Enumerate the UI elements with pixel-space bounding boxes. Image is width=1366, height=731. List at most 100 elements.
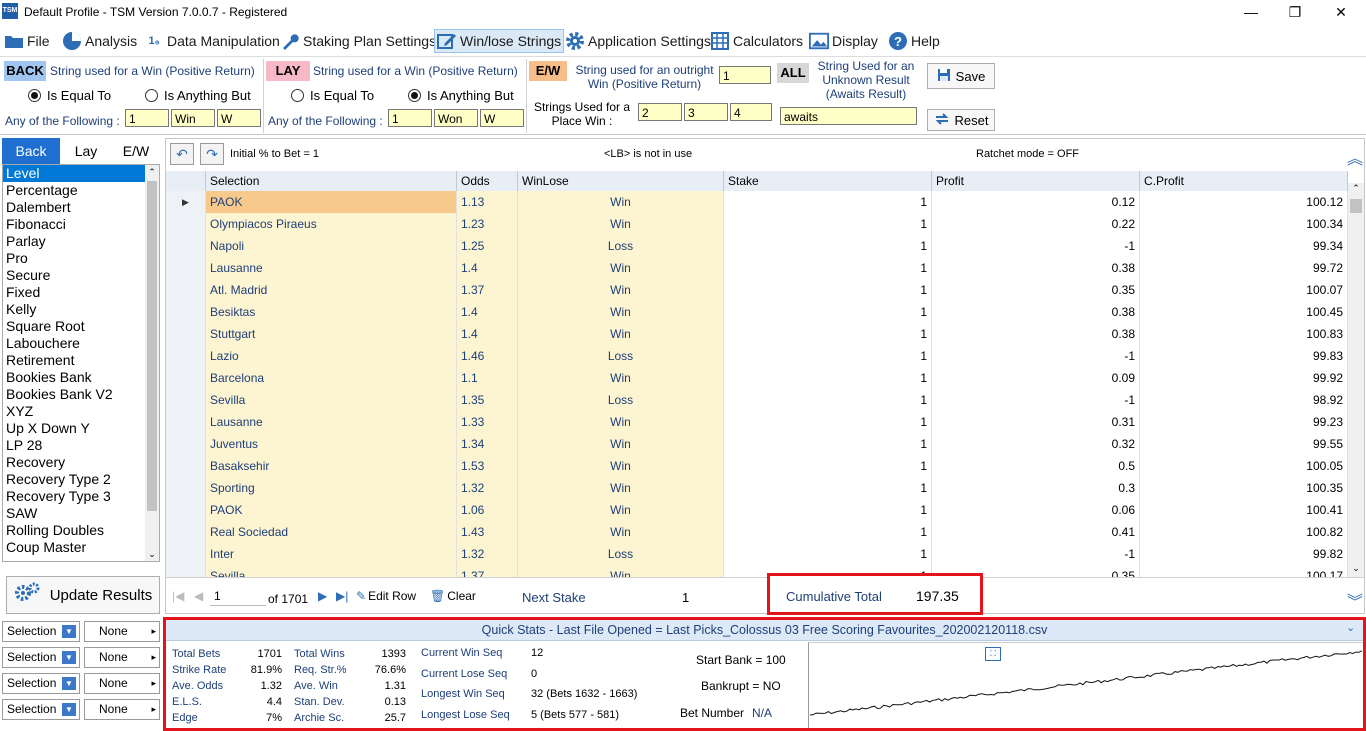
cell-odds[interactable]: 1.4 bbox=[457, 301, 518, 323]
lay-string-1[interactable]: 1 bbox=[388, 109, 432, 127]
cell-selection[interactable]: Sevilla bbox=[206, 565, 457, 577]
row-header[interactable] bbox=[166, 433, 206, 455]
cell-profit[interactable]: 0.12 bbox=[932, 191, 1140, 213]
plan-list-item[interactable]: Recovery Type 2 bbox=[3, 471, 159, 488]
menu-application-settings[interactable]: Application Settings bbox=[565, 30, 711, 52]
ew-place-string-3[interactable]: 4 bbox=[730, 103, 772, 121]
minimize-button[interactable]: — bbox=[1228, 0, 1274, 24]
row-header[interactable]: ▶ bbox=[166, 191, 206, 213]
column-header-cprofit[interactable]: C.Profit bbox=[1140, 171, 1348, 191]
table-row[interactable]: Juventus 1.34 Win 1 0.32 99.55 bbox=[166, 433, 1348, 456]
cell-selection[interactable]: Olympiacos Piraeus bbox=[206, 213, 457, 235]
row-header[interactable] bbox=[166, 499, 206, 521]
cell-winlose[interactable]: Win bbox=[518, 367, 724, 389]
row-header[interactable] bbox=[166, 477, 206, 499]
filter-value-select[interactable]: None ▸ bbox=[84, 647, 160, 668]
cell-odds[interactable]: 1.53 bbox=[457, 455, 518, 477]
cell-stake[interactable]: 1 bbox=[724, 433, 932, 455]
row-header[interactable] bbox=[166, 301, 206, 323]
plan-list-item[interactable]: Recovery Type 3 bbox=[3, 488, 159, 505]
table-row[interactable]: Sporting 1.32 Win 1 0.3 100.35 bbox=[166, 477, 1348, 500]
record-position-input[interactable]: 1 bbox=[210, 587, 266, 606]
plan-list-item[interactable]: Percentage bbox=[3, 182, 159, 199]
cell-profit[interactable]: 0.22 bbox=[932, 213, 1140, 235]
chevron-down-icon[interactable]: ⌄ bbox=[1346, 621, 1355, 634]
cell-odds[interactable]: 1.43 bbox=[457, 521, 518, 543]
cell-selection[interactable]: Real Sociedad bbox=[206, 521, 457, 543]
table-row[interactable]: Lazio 1.46 Loss 1 -1 99.83 bbox=[166, 345, 1348, 368]
table-row[interactable]: Barcelona 1.1 Win 1 0.09 99.92 bbox=[166, 367, 1348, 390]
cell-stake[interactable]: 1 bbox=[724, 499, 932, 521]
row-header[interactable] bbox=[166, 543, 206, 565]
row-header[interactable] bbox=[166, 323, 206, 345]
scroll-down-icon[interactable]: ⌄ bbox=[145, 547, 159, 561]
table-row[interactable]: Lausanne 1.4 Win 1 0.38 99.72 bbox=[166, 257, 1348, 280]
cell-odds[interactable]: 1.25 bbox=[457, 235, 518, 257]
cell-stake[interactable]: 1 bbox=[724, 323, 932, 345]
cell-winlose[interactable]: Loss bbox=[518, 345, 724, 367]
cell-cprofit[interactable]: 100.05 bbox=[1140, 455, 1348, 477]
cell-cprofit[interactable]: 99.72 bbox=[1140, 257, 1348, 279]
cell-profit[interactable]: 0.41 bbox=[932, 521, 1140, 543]
clear-button[interactable]: 🗑 Clear bbox=[430, 589, 476, 603]
cell-profit[interactable]: 0.38 bbox=[932, 301, 1140, 323]
cell-odds[interactable]: 1.33 bbox=[457, 411, 518, 433]
cell-selection[interactable]: Basaksehir bbox=[206, 455, 457, 477]
cell-odds[interactable]: 1.4 bbox=[457, 323, 518, 345]
plan-list-scroll-thumb[interactable] bbox=[147, 181, 157, 511]
chevron-right-icon[interactable]: ▸ bbox=[151, 622, 156, 641]
cell-winlose[interactable]: Loss bbox=[518, 235, 724, 257]
cell-profit[interactable]: 0.38 bbox=[932, 257, 1140, 279]
cell-cprofit[interactable]: 100.34 bbox=[1140, 213, 1348, 235]
reset-button[interactable]: Reset bbox=[927, 109, 995, 131]
cell-odds[interactable]: 1.06 bbox=[457, 499, 518, 521]
cell-selection[interactable]: PAOK bbox=[206, 191, 457, 213]
table-row[interactable]: Basaksehir 1.53 Win 1 0.5 100.05 bbox=[166, 455, 1348, 478]
table-row[interactable]: Napoli 1.25 Loss 1 -1 99.34 bbox=[166, 235, 1348, 258]
cell-stake[interactable]: 1 bbox=[724, 389, 932, 411]
edit-row-button[interactable]: ✎ Edit Row bbox=[356, 589, 416, 603]
cell-selection[interactable]: Sevilla bbox=[206, 389, 457, 411]
cell-odds[interactable]: 1.34 bbox=[457, 433, 518, 455]
row-header[interactable] bbox=[166, 455, 206, 477]
plan-list-item[interactable]: Square Root bbox=[3, 318, 159, 335]
cell-profit[interactable]: -1 bbox=[932, 235, 1140, 257]
cell-stake[interactable]: 1 bbox=[724, 345, 932, 367]
cell-stake[interactable]: 1 bbox=[724, 543, 932, 565]
dropdown-arrow-icon[interactable]: ▼ bbox=[62, 703, 76, 716]
cell-winlose[interactable]: Win bbox=[518, 257, 724, 279]
first-record-icon[interactable]: |◀ bbox=[172, 589, 184, 603]
menu-calculators[interactable]: Calculators bbox=[710, 30, 803, 52]
cell-winlose[interactable]: Win bbox=[518, 279, 724, 301]
cell-odds[interactable]: 1.37 bbox=[457, 565, 518, 577]
menu-staking-plan[interactable]: Staking Plan Settings bbox=[280, 30, 436, 52]
cell-odds[interactable]: 1.13 bbox=[457, 191, 518, 213]
cell-winlose[interactable]: Win bbox=[518, 499, 724, 521]
cell-stake[interactable]: 1 bbox=[724, 279, 932, 301]
cell-profit[interactable]: 0.5 bbox=[932, 455, 1140, 477]
table-row[interactable]: Inter 1.32 Loss 1 -1 99.82 bbox=[166, 543, 1348, 566]
cell-cprofit[interactable]: 100.82 bbox=[1140, 521, 1348, 543]
row-header[interactable] bbox=[166, 235, 206, 257]
grid-scrollbar[interactable]: ⌃ ⌄ bbox=[1348, 183, 1364, 577]
tab-lay[interactable]: Lay bbox=[60, 138, 112, 164]
plan-list-item[interactable]: Kelly bbox=[3, 301, 159, 318]
cell-cprofit[interactable]: 99.82 bbox=[1140, 543, 1348, 565]
plan-list-item[interactable]: SAW bbox=[3, 505, 159, 522]
back-anything-radio[interactable]: Is Anything But bbox=[145, 88, 251, 103]
cell-cprofit[interactable]: 99.83 bbox=[1140, 345, 1348, 367]
table-row[interactable]: Atl. Madrid 1.37 Win 1 0.35 100.07 bbox=[166, 279, 1348, 302]
cell-selection[interactable]: PAOK bbox=[206, 499, 457, 521]
menu-analysis[interactable]: Analysis bbox=[62, 30, 137, 52]
cell-cprofit[interactable]: 100.07 bbox=[1140, 279, 1348, 301]
cell-stake[interactable]: 1 bbox=[724, 213, 932, 235]
save-button[interactable]: Save bbox=[927, 63, 995, 89]
cell-cprofit[interactable]: 100.45 bbox=[1140, 301, 1348, 323]
plan-list-item[interactable]: Labouchere bbox=[3, 335, 159, 352]
next-record-icon[interactable]: ▶ bbox=[318, 589, 327, 603]
filter-field-select[interactable]: Selection ▼ bbox=[2, 647, 80, 668]
cell-winlose[interactable]: Win bbox=[518, 433, 724, 455]
row-header[interactable] bbox=[166, 345, 206, 367]
collapse-down-icon[interactable]: ︾ bbox=[1347, 588, 1363, 612]
cell-cprofit[interactable]: 100.17 bbox=[1140, 565, 1348, 577]
